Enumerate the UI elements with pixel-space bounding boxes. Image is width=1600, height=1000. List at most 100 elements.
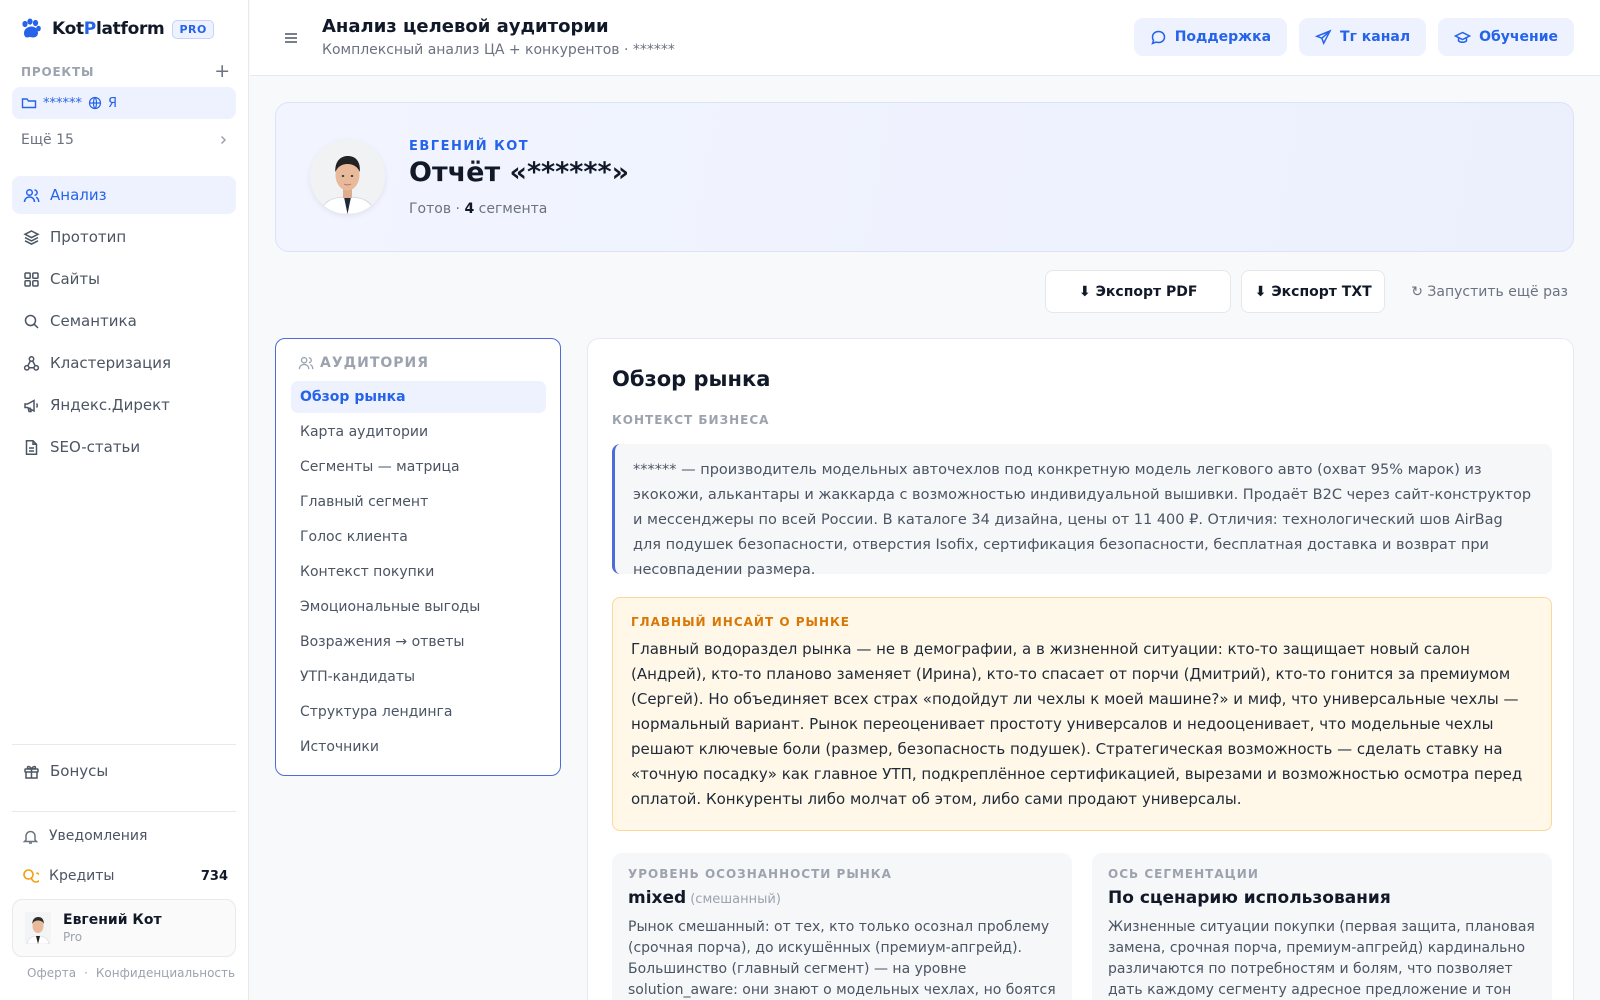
nav-item-sites[interactable]: Сайты <box>12 260 236 298</box>
more-projects-link[interactable]: Ещё 15 <box>21 132 229 148</box>
toc-item-emotional-benefits[interactable]: Эмоциональные выгоды <box>291 591 546 623</box>
user-card[interactable]: Евгений Кот Pro <box>12 899 236 957</box>
add-project-button[interactable]: + <box>214 62 231 81</box>
segmentation-axis-card: ОСЬ СЕГМЕНТАЦИИ По сценарию использовани… <box>1092 853 1552 1000</box>
learning-button[interactable]: Обучение <box>1438 18 1574 56</box>
offer-link[interactable]: Оферта <box>27 966 76 980</box>
awareness-value-sub: (смешанный) <box>690 892 781 907</box>
toc-item-main-segment[interactable]: Главный сегмент <box>291 486 546 518</box>
segments-count: 4 <box>464 201 475 217</box>
menu-icon[interactable] <box>283 30 299 46</box>
notifications-item[interactable]: Уведомления <box>12 820 236 852</box>
telegram-label: Тг канал <box>1340 29 1411 45</box>
nav-item-seo-articles[interactable]: SEO-статьи <box>12 428 236 466</box>
toc-list: Обзор рынка Карта аудитории Сегменты — м… <box>291 381 546 766</box>
sidebar: KotPlatform PRO ПРОЕКТЫ + ****** Я Ещё 1… <box>0 0 249 1000</box>
nav-item-analysis[interactable]: Анализ <box>12 176 236 214</box>
toc-item-landing-structure[interactable]: Структура лендинга <box>291 696 546 728</box>
users-icon <box>23 187 40 204</box>
awareness-card: УРОВЕНЬ ОСОЗНАННОСТИ РЫНКА mixed (смешанн… <box>612 853 1072 1000</box>
header-actions: Поддержка Тг канал Обучение <box>1133 18 1574 56</box>
project-search-engine: Я <box>108 95 118 111</box>
report-actions: ⬇ Экспорт PDF ⬇ Экспорт TXT ↻ Запустить … <box>1045 270 1574 313</box>
footer-dot: · <box>84 966 88 980</box>
bell-icon <box>22 828 39 845</box>
divider <box>12 744 236 745</box>
megaphone-icon <box>23 397 40 414</box>
bonuses-item[interactable]: Бонусы <box>12 753 236 789</box>
insight-label: ГЛАВНЫЙ ИНСАЙТ О РЫНКЕ <box>631 615 850 629</box>
toc-heading: АУДИТОРИЯ <box>320 355 430 371</box>
coins-icon <box>22 868 39 885</box>
chat-icon <box>1150 29 1167 46</box>
page-title: Анализ целевой аудитории <box>322 16 609 37</box>
notifications-label: Уведомления <box>49 828 148 844</box>
pro-badge: PRO <box>172 19 214 39</box>
folder-icon <box>21 95 37 111</box>
segmentation-value: По сценарию использования <box>1108 888 1391 908</box>
export-pdf-button[interactable]: ⬇ Экспорт PDF <box>1045 270 1232 313</box>
page-subtitle: Комплексный анализ ЦА + конкурентов · **… <box>322 42 675 58</box>
rerun-button[interactable]: ↻ Запустить ещё раз <box>1395 284 1574 300</box>
users-icon <box>298 355 314 371</box>
report-title: Отчёт «******» <box>409 157 630 188</box>
avatar <box>25 912 51 944</box>
toc-item-sources[interactable]: Источники <box>291 731 546 763</box>
gift-icon <box>23 763 40 780</box>
toc-item-objections[interactable]: Возражения → ответы <box>291 626 546 658</box>
awareness-label: УРОВЕНЬ ОСОЗНАННОСТИ РЫНКА <box>628 867 892 881</box>
toc-item-market-overview[interactable]: Обзор рынка <box>291 381 546 413</box>
graduation-cap-icon <box>1454 29 1472 46</box>
user-plan: Pro <box>63 930 83 944</box>
segments-word: сегмента <box>474 201 548 217</box>
nav-item-prototype[interactable]: Прототип <box>12 218 236 256</box>
toc-item-customer-voice[interactable]: Голос клиента <box>291 521 546 553</box>
insight-text: Главный водораздел рынка — не в демограф… <box>631 640 1523 808</box>
user-name: Евгений Кот <box>63 912 162 928</box>
bonuses-label: Бонусы <box>50 762 109 780</box>
search-icon <box>23 313 40 330</box>
learning-label: Обучение <box>1479 29 1558 45</box>
chevron-right-icon <box>217 134 229 146</box>
more-projects-label: Ещё 15 <box>21 132 74 148</box>
nav-label: Семантика <box>50 312 137 330</box>
report-status: Готов · <box>409 201 465 217</box>
report-hero: ЕВГЕНИЙ КОТ Отчёт «******» Готов · 4 сег… <box>275 102 1574 252</box>
section-title: Обзор рынка <box>612 367 771 391</box>
segmentation-text: Жизненные ситуации покупки (первая защит… <box>1108 919 1535 998</box>
nav-label: Анализ <box>50 186 107 204</box>
context-label: КОНТЕКСТ БИЗНЕСА <box>612 413 770 427</box>
nav-label: Кластеризация <box>50 354 172 372</box>
awareness-value-row: mixed (смешанный) <box>628 888 1056 908</box>
projects-heading: ПРОЕКТЫ <box>21 64 95 79</box>
nav-label: Яндекс.Директ <box>50 396 170 414</box>
nav-item-yandex-direct[interactable]: Яндекс.Директ <box>12 386 236 424</box>
report-content: Обзор рынка КОНТЕКСТ БИЗНЕСА ****** — пр… <box>587 338 1574 1000</box>
toc-item-usp-candidates[interactable]: УТП-кандидаты <box>291 661 546 693</box>
main-nav: Анализ Прототип Сайты Семантика Кластери… <box>12 176 236 470</box>
nav-label: Прототип <box>50 228 127 246</box>
toc-item-audience-map[interactable]: Карта аудитории <box>291 416 546 448</box>
table-of-contents: АУДИТОРИЯ Обзор рынка Карта аудитории Се… <box>275 338 561 776</box>
nav-item-clustering[interactable]: Кластеризация <box>12 344 236 382</box>
export-txt-button[interactable]: ⬇ Экспорт TXT <box>1241 270 1386 313</box>
cluster-icon <box>23 355 40 372</box>
nav-item-semantics[interactable]: Семантика <box>12 302 236 340</box>
current-project[interactable]: ****** Я <box>12 87 236 119</box>
telegram-button[interactable]: Тг канал <box>1299 18 1427 56</box>
grid-icon <box>23 271 40 288</box>
privacy-link[interactable]: Конфиденциальность <box>96 966 235 980</box>
support-label: Поддержка <box>1174 29 1272 45</box>
toc-item-segments-matrix[interactable]: Сегменты — матрица <box>291 451 546 483</box>
credits-item[interactable]: Кредиты 734 <box>12 858 236 894</box>
credits-value: 734 <box>200 868 228 884</box>
nav-label: SEO-статьи <box>50 438 141 456</box>
author-avatar <box>310 139 385 214</box>
toc-header: АУДИТОРИЯ <box>298 355 429 371</box>
projects-header: ПРОЕКТЫ + <box>21 62 231 81</box>
segmentation-label: ОСЬ СЕГМЕНТАЦИИ <box>1108 867 1259 881</box>
project-name: ****** <box>43 95 82 111</box>
support-button[interactable]: Поддержка <box>1133 18 1288 56</box>
toc-item-purchase-context[interactable]: Контекст покупки <box>291 556 546 588</box>
logo[interactable]: KotPlatform PRO <box>20 18 214 40</box>
